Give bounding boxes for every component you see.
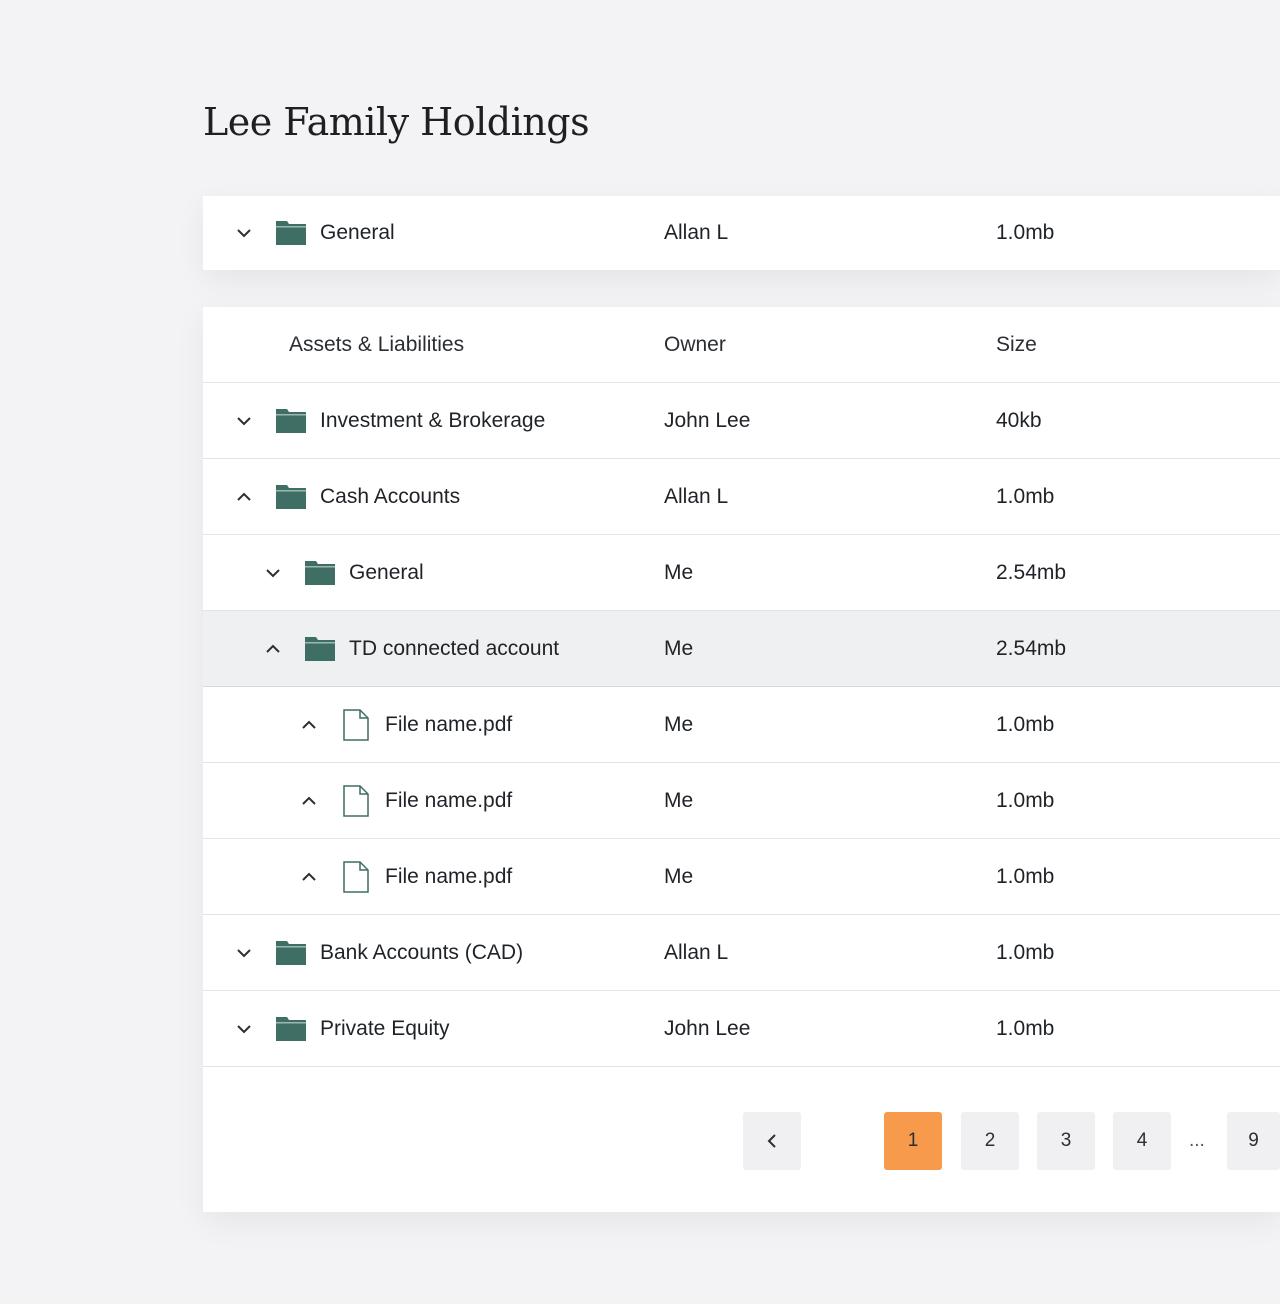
folder-name: General: [320, 221, 395, 244]
file-icon: [343, 763, 369, 838]
chevron-up-icon[interactable]: [232, 459, 256, 534]
chevron-up-icon[interactable]: [297, 839, 321, 914]
folder-icon: [305, 535, 335, 610]
folder-name: TD connected account: [349, 636, 560, 660]
size-cell: 1.0mb: [996, 788, 1055, 812]
page-title: Lee Family Holdings: [203, 100, 590, 144]
owner-cell: Me: [664, 636, 694, 660]
chevron-down-icon[interactable]: [261, 535, 285, 610]
owner-cell: Me: [664, 712, 694, 736]
file-icon: [343, 687, 369, 762]
file-icon: [343, 839, 369, 914]
size-cell: 1.0mb: [996, 1016, 1055, 1040]
chevron-down-icon[interactable]: [232, 196, 256, 270]
page-button-last[interactable]: 9: [1227, 1112, 1280, 1170]
top-folder-card: General Allan L 1.0mb: [203, 196, 1280, 270]
size-cell: 1.0mb: [996, 864, 1055, 888]
previous-page-button[interactable]: [743, 1112, 801, 1170]
column-header-name[interactable]: Assets & Liabilities: [289, 307, 464, 382]
folder-icon: [276, 383, 306, 458]
folder-icon: [276, 196, 306, 270]
chevron-up-icon[interactable]: [297, 687, 321, 762]
owner-cell: Me: [664, 788, 694, 812]
page-button-1[interactable]: 1: [884, 1112, 942, 1170]
column-header-size[interactable]: Size: [996, 307, 1037, 382]
pagination-ellipsis: ...: [1189, 1130, 1205, 1151]
file-table: Assets & Liabilities Owner Size Investme…: [203, 307, 1280, 1212]
folder-name: Investment & Brokerage: [320, 408, 546, 432]
table-row[interactable]: Bank Accounts (CAD) Allan L 1.0mb: [203, 915, 1280, 991]
size-cell: 40kb: [996, 408, 1042, 432]
column-header-owner[interactable]: Owner: [664, 307, 726, 382]
owner-cell: Allan L: [664, 484, 729, 508]
table-header: Assets & Liabilities Owner Size: [203, 307, 1280, 383]
chevron-down-icon[interactable]: [232, 383, 256, 458]
size-cell: 1.0mb: [996, 712, 1055, 736]
file-name: File name.pdf: [385, 712, 513, 736]
file-name: File name.pdf: [385, 864, 513, 888]
folder-icon: [276, 915, 306, 990]
chevron-left-icon: [767, 1134, 776, 1148]
chevron-up-icon[interactable]: [261, 611, 285, 686]
owner-cell: John Lee: [664, 1016, 751, 1040]
table-row[interactable]: Private Equity John Lee 1.0mb: [203, 991, 1280, 1067]
page-button-4[interactable]: 4: [1113, 1112, 1171, 1170]
table-row[interactable]: General Allan L 1.0mb: [203, 196, 1280, 270]
chevron-up-icon[interactable]: [297, 763, 321, 838]
size-cell: 2.54mb: [996, 560, 1067, 584]
folder-icon: [305, 611, 335, 686]
size-cell: 1.0mb: [996, 940, 1055, 964]
table-row[interactable]: Investment & Brokerage John Lee 40kb: [203, 383, 1280, 459]
chevron-down-icon[interactable]: [232, 915, 256, 990]
table-row[interactable]: Cash Accounts Allan L 1.0mb: [203, 459, 1280, 535]
file-name: File name.pdf: [385, 788, 513, 812]
folder-icon: [276, 459, 306, 534]
chevron-down-icon[interactable]: [232, 991, 256, 1066]
size-cell: 1.0mb: [996, 221, 1055, 244]
size-cell: 1.0mb: [996, 484, 1055, 508]
table-row[interactable]: TD connected account Me 2.54mb: [203, 611, 1280, 687]
table-row[interactable]: File name.pdf Me 1.0mb: [203, 687, 1280, 763]
owner-cell: Me: [664, 864, 694, 888]
page-button-2[interactable]: 2: [961, 1112, 1019, 1170]
folder-name: Bank Accounts (CAD): [320, 940, 524, 964]
owner-cell: Allan L: [664, 221, 729, 244]
owner-cell: Allan L: [664, 940, 729, 964]
folder-name: General: [349, 560, 424, 584]
size-cell: 2.54mb: [996, 636, 1067, 660]
folder-icon: [276, 991, 306, 1066]
table-row[interactable]: File name.pdf Me 1.0mb: [203, 839, 1280, 915]
table-row[interactable]: File name.pdf Me 1.0mb: [203, 763, 1280, 839]
folder-name: Private Equity: [320, 1016, 450, 1040]
owner-cell: John Lee: [664, 408, 751, 432]
owner-cell: Me: [664, 560, 694, 584]
page-button-3[interactable]: 3: [1037, 1112, 1095, 1170]
table-row[interactable]: General Me 2.54mb: [203, 535, 1280, 611]
folder-name: Cash Accounts: [320, 484, 461, 508]
